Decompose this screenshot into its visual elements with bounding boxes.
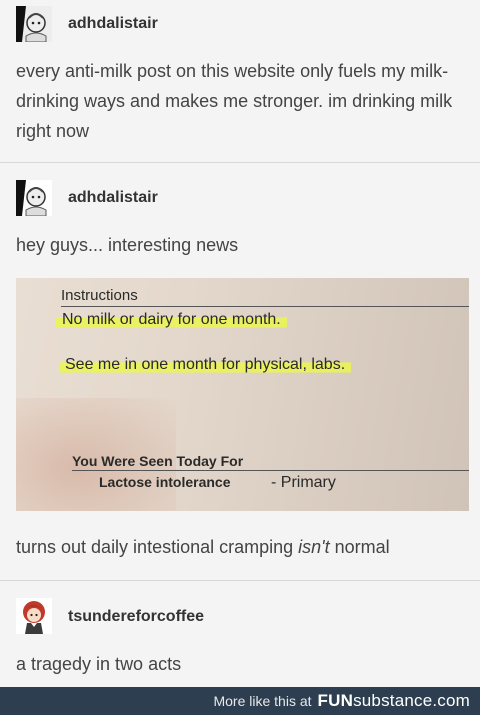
logo-substance: substance	[353, 691, 433, 710]
footer-more-text: More like this at	[213, 693, 312, 709]
logo-tld: .com	[432, 691, 470, 710]
avatar[interactable]	[16, 6, 52, 42]
post-text: every anti-milk post on this website onl…	[16, 61, 453, 141]
post-caption: turns out daily intestional cramping isn…	[16, 532, 464, 562]
post-text: a tragedy in two acts	[16, 654, 182, 674]
photo-line-2: See me in one month for physical, labs.	[59, 356, 352, 374]
doctor-note-photo: Instructions No milk or dairy for one mo…	[16, 278, 469, 511]
avatar[interactable]	[16, 180, 52, 216]
post-2-header	[16, 180, 52, 216]
photo-rule	[72, 470, 469, 471]
post-1-header	[16, 6, 52, 42]
avatar[interactable]	[16, 598, 52, 634]
site-logo[interactable]: FUNsubstance.com	[318, 691, 470, 711]
photo-line-1: No milk or dairy for one month.	[56, 311, 287, 329]
photo-seen-label: You Were Seen Today For	[72, 453, 244, 469]
photo-rule	[61, 306, 469, 307]
watermark-footer: More like this at FUNsubstance.com	[0, 687, 480, 715]
username[interactable]: tsundereforcoffee	[68, 608, 204, 626]
post-3-header	[16, 598, 52, 634]
highlighted-text: No milk or dairy for one month.	[56, 311, 287, 328]
highlighted-text: See me in one month for physical, labs.	[59, 356, 352, 373]
divider	[0, 162, 480, 163]
caption-emphasis: isn't	[298, 537, 330, 557]
divider	[0, 580, 480, 581]
username[interactable]: adhdalistair	[68, 15, 158, 33]
username[interactable]: adhdalistair	[68, 189, 158, 207]
caption-text: turns out daily intestional cramping	[16, 537, 299, 557]
post-text: hey guys... interesting news	[16, 235, 239, 255]
caption-text-end: normal	[329, 537, 390, 557]
photo-heading: Instructions	[61, 287, 138, 304]
logo-fun: FUN	[317, 691, 354, 710]
photo-diagnosis: Lactose intolerance	[99, 474, 231, 490]
photo-diagnosis-type: - Primary	[271, 474, 336, 491]
